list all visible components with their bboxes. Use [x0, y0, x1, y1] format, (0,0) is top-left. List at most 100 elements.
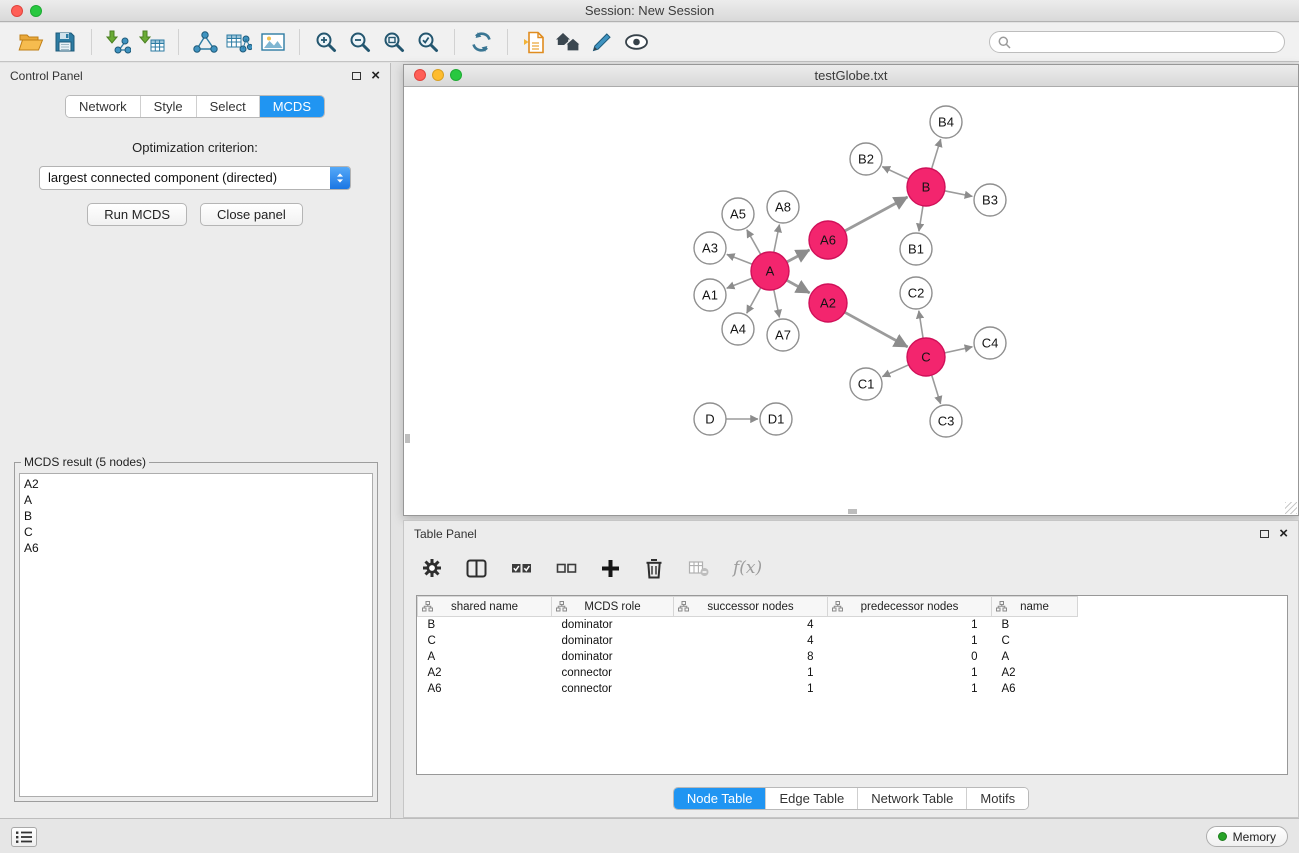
table-row[interactable]: Bdominator41B [418, 617, 1288, 633]
search-input[interactable] [1016, 35, 1284, 49]
export-image-icon[interactable] [256, 27, 290, 57]
column-header-shared-name[interactable]: shared name [418, 597, 552, 617]
mcds-result-list[interactable]: A2ABCA6 [19, 473, 373, 797]
run-mcds-button[interactable]: Run MCDS [87, 203, 187, 226]
graph-edge-A-A7[interactable] [774, 290, 780, 318]
graph-edge-C-C2[interactable] [919, 311, 923, 338]
table-settings-gear-icon[interactable] [422, 558, 442, 578]
graph-node-A3[interactable]: A3 [694, 232, 726, 264]
zoom-selected-icon[interactable] [411, 27, 445, 57]
network-window-titlebar[interactable]: testGlobe.txt [404, 65, 1298, 87]
graph-edge-C-C4[interactable] [945, 347, 973, 353]
graph-node-C2[interactable]: C2 [900, 277, 932, 309]
tab-motifs[interactable]: Motifs [966, 788, 1028, 809]
task-history-button[interactable] [11, 827, 37, 847]
graph-node-B1[interactable]: B1 [900, 233, 932, 265]
network-canvas[interactable]: B4 B2 B B3 A8 A5 A6 A3 B1 A C2 A1 A2 A4 A7 C4 C C1 C3 D D1 [404, 88, 1298, 515]
import-table-from-file-icon[interactable] [135, 27, 169, 57]
graph-edge-C-C3[interactable] [932, 375, 941, 404]
graph-edge-C-C1[interactable] [882, 365, 908, 377]
graph-edge-A-A8[interactable] [774, 225, 780, 253]
mcds-result-item[interactable]: A2 [24, 476, 368, 492]
tab-select[interactable]: Select [196, 96, 259, 117]
close-panel-icon[interactable]: × [371, 71, 380, 81]
optimization-criterion-select[interactable]: largest connected component (directed) [39, 166, 351, 190]
new-network-icon[interactable] [188, 27, 222, 57]
node-table-container[interactable]: shared nameMCDS rolesuccessor nodesprede… [416, 595, 1288, 775]
table-row[interactable]: Cdominator41C [418, 633, 1288, 649]
close-panel-button[interactable]: Close panel [200, 203, 303, 226]
graph-edge-A-A3[interactable] [727, 254, 753, 264]
tab-mcds[interactable]: MCDS [259, 96, 324, 117]
tab-edge-table[interactable]: Edge Table [765, 788, 857, 809]
graph-node-B4[interactable]: B4 [930, 106, 962, 138]
close-table-panel-icon[interactable]: × [1279, 529, 1288, 539]
graph-edge-B-B2[interactable] [882, 167, 909, 179]
graph-node-B2[interactable]: B2 [850, 143, 882, 175]
graph-node-A6[interactable]: A6 [809, 221, 847, 259]
function-builder-icon[interactable]: f(x) [733, 558, 762, 578]
zoom-fit-icon[interactable] [377, 27, 411, 57]
mcds-result-item[interactable]: A [24, 492, 368, 508]
graph-node-C[interactable]: C [907, 338, 945, 376]
show-columns-icon[interactable] [466, 559, 487, 578]
graph-node-A[interactable]: A [751, 252, 789, 290]
graph-edge-A-A6[interactable] [787, 250, 810, 262]
graph-node-B3[interactable]: B3 [974, 184, 1006, 216]
refresh-layout-icon[interactable] [464, 27, 498, 57]
show-hide-graphics-icon[interactable] [619, 27, 653, 57]
table-row[interactable]: A6connector11A6 [418, 681, 1288, 697]
graph-node-C3[interactable]: C3 [930, 405, 962, 437]
graph-edge-A-A2[interactable] [787, 280, 810, 293]
float-table-panel-icon[interactable] [1260, 530, 1269, 538]
graph-edge-A-A4[interactable] [747, 288, 761, 314]
graph-node-D1[interactable]: D1 [760, 403, 792, 435]
save-session-icon[interactable] [48, 27, 82, 57]
graph-node-A8[interactable]: A8 [767, 191, 799, 223]
graph-edge-B-B3[interactable] [945, 191, 973, 197]
apply-style-icon[interactable] [585, 27, 619, 57]
graph-edge-A6-B[interactable] [845, 197, 908, 231]
zoom-in-icon[interactable] [309, 27, 343, 57]
zoom-out-icon[interactable] [343, 27, 377, 57]
mcds-result-item[interactable]: C [24, 524, 368, 540]
graph-edge-B-B4[interactable] [932, 139, 941, 169]
network-graph[interactable]: B4 B2 B B3 A8 A5 A6 A3 B1 A C2 A1 A2 A4 A7 C4 C C1 C3 D D1 [404, 88, 1298, 515]
column-header-predecessor-nodes[interactable]: predecessor nodes [828, 597, 992, 617]
import-network-from-file-icon[interactable] [101, 27, 135, 57]
graph-node-A7[interactable]: A7 [767, 319, 799, 351]
graph-node-A2[interactable]: A2 [809, 284, 847, 322]
tab-style[interactable]: Style [140, 96, 196, 117]
open-document-icon[interactable] [517, 27, 551, 57]
tab-node-table[interactable]: Node Table [674, 788, 766, 809]
memory-button[interactable]: Memory [1206, 826, 1288, 847]
mcds-result-item[interactable]: B [24, 508, 368, 524]
first-neighbors-icon[interactable] [551, 27, 585, 57]
graph-node-B[interactable]: B [907, 168, 945, 206]
graph-edge-A2-C[interactable] [845, 312, 908, 347]
graph-node-D[interactable]: D [694, 403, 726, 435]
open-file-icon[interactable] [14, 27, 48, 57]
table-row[interactable]: Adominator80A [418, 649, 1288, 665]
graph-node-A1[interactable]: A1 [694, 279, 726, 311]
graph-node-A4[interactable]: A4 [722, 313, 754, 345]
deselect-all-rows-icon[interactable] [556, 560, 577, 576]
graph-node-C4[interactable]: C4 [974, 327, 1006, 359]
column-header-name[interactable]: name [992, 597, 1078, 617]
column-header-successor-nodes[interactable]: successor nodes [674, 597, 828, 617]
mcds-result-item[interactable]: A6 [24, 540, 368, 556]
tab-network[interactable]: Network [66, 96, 140, 117]
graph-edge-B-B1[interactable] [919, 206, 923, 231]
add-column-icon[interactable] [601, 559, 620, 578]
graph-edge-A-A1[interactable] [727, 278, 753, 288]
graph-edge-A-A5[interactable] [747, 230, 761, 255]
graph-node-A5[interactable]: A5 [722, 198, 754, 230]
select-all-rows-icon[interactable] [511, 560, 532, 576]
delete-column-icon[interactable] [644, 558, 664, 579]
column-header-MCDS-role[interactable]: MCDS role [552, 597, 674, 617]
resize-grip[interactable] [1285, 502, 1297, 514]
import-network-from-database-icon[interactable] [222, 27, 256, 57]
tab-network-table[interactable]: Network Table [857, 788, 966, 809]
graph-node-C1[interactable]: C1 [850, 368, 882, 400]
table-row[interactable]: A2connector11A2 [418, 665, 1288, 681]
